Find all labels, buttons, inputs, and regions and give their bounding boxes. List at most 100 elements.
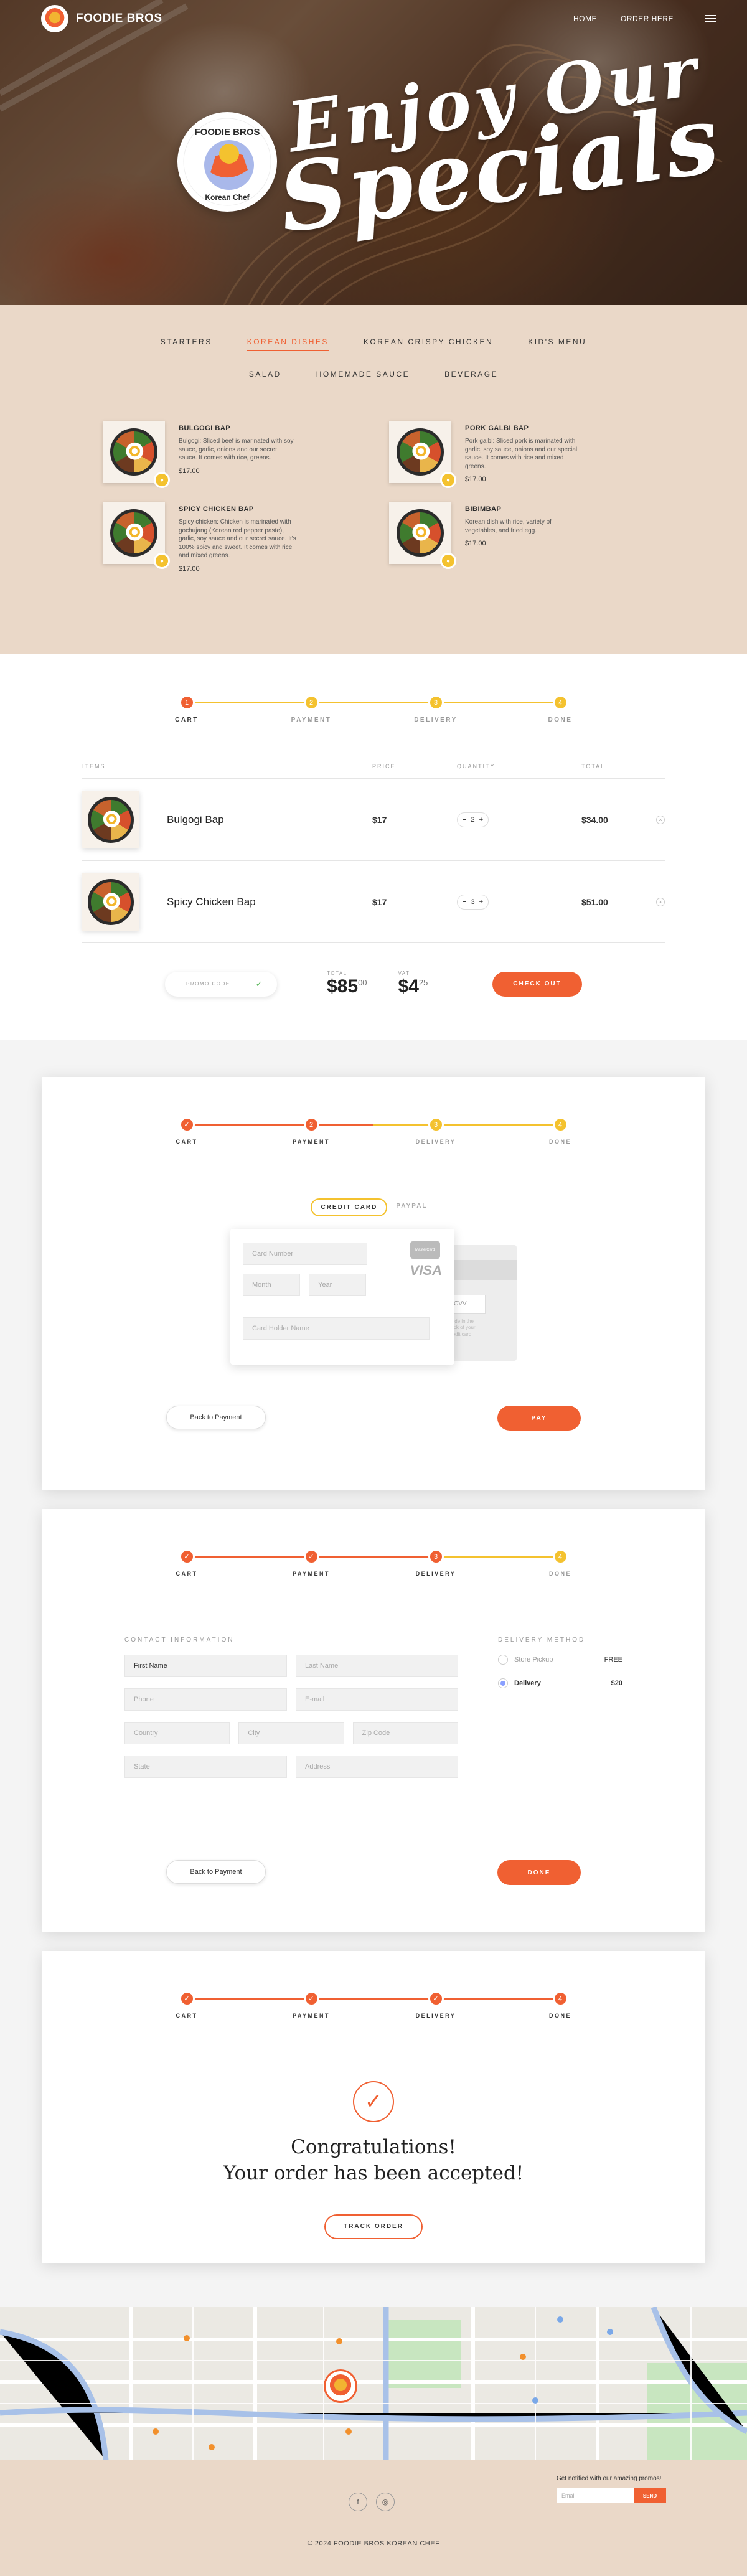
menu-dish-card: ● BIBIMBAP Korean dish with rice, variet… (389, 502, 644, 573)
store-pickup-label: Store Pickup (514, 1656, 553, 1663)
track-order-button[interactable]: TRACK ORDER (324, 2214, 423, 2239)
dish-name: SPICY CHICKEN BAP (179, 505, 254, 513)
delivery-label: Delivery (514, 1680, 541, 1687)
mastercard-icon: MasterCard (410, 1241, 440, 1259)
delivery-option[interactable]: Delivery $20 (498, 1678, 622, 1688)
hero-logo-top-text: FOODIE BROS (194, 127, 260, 138)
plus-icon[interactable]: + (479, 816, 483, 824)
contact-information-form: CONTACT INFORMATION First Name Last Name… (125, 1637, 458, 1789)
cart-item-image (82, 873, 139, 931)
tab-korean-dishes[interactable]: KOREAN DISHES (247, 337, 329, 351)
city-field[interactable]: City (238, 1722, 344, 1744)
vat-amount: VAT $425 (398, 971, 428, 997)
dish-image: ● (103, 421, 170, 488)
checkout-stepper: ✓ CART 2 PAYMENT 3 DELIVERY 4 DONE (176, 1117, 570, 1145)
hero-brand-logo: FOODIE BROS Korean Chef (177, 112, 277, 212)
radio-delivery[interactable] (498, 1678, 508, 1688)
tab-beverage[interactable]: BEVERAGE (444, 370, 498, 382)
quantity-value: 2 (471, 816, 475, 824)
quantity-stepper[interactable]: −2 + (457, 812, 489, 827)
tab-korean-crispy-chicken[interactable]: KOREAN CRISPY CHICKEN (364, 337, 493, 351)
zip-code-field[interactable]: Zip Code (352, 1722, 458, 1744)
total-value: $85 (327, 976, 359, 997)
nav-home[interactable]: HOME (573, 14, 597, 23)
back-to-payment-button[interactable]: Back to Payment (166, 1406, 266, 1429)
facebook-icon[interactable]: f (349, 2493, 367, 2511)
newsletter-send-button[interactable]: SEND (634, 2488, 666, 2503)
card-holder-field[interactable]: Card Holder Name (243, 1317, 430, 1340)
add-to-cart-icon[interactable]: ● (440, 472, 456, 488)
dish-description: Spicy chicken: Chicken is marinated with… (179, 519, 296, 559)
total-label: TOTAL (327, 971, 347, 976)
brand-logo[interactable] (41, 4, 68, 32)
dish-image: ● (103, 502, 170, 569)
tab-kids-menu[interactable]: KID'S MENU (528, 337, 586, 351)
add-to-cart-icon[interactable]: ● (154, 553, 170, 569)
dish-price: $17.00 (465, 476, 486, 483)
card-number-field[interactable]: Card Number (243, 1243, 367, 1265)
plus-icon[interactable]: + (479, 898, 483, 906)
table-row: Spicy Chicken Bap $17 −3 + $51.00 × (82, 861, 665, 943)
tab-credit-card[interactable]: CREDIT CARD (311, 1198, 388, 1216)
checkout-button[interactable]: CHECK OUT (492, 971, 582, 997)
phone-field[interactable]: Phone (125, 1688, 287, 1711)
add-to-cart-icon[interactable]: ● (440, 553, 456, 569)
header-total: TOTAL (581, 763, 606, 769)
remove-item-icon[interactable]: × (656, 815, 665, 824)
instagram-icon[interactable]: ◎ (376, 2493, 395, 2511)
done-button[interactable]: DONE (497, 1860, 581, 1885)
radio-store-pickup[interactable] (498, 1655, 508, 1665)
dish-name: BIBIMBAP (465, 505, 502, 513)
promo-code-input[interactable]: PROMO CODE ✓ (165, 971, 277, 997)
last-name-field[interactable]: Last Name (296, 1655, 458, 1677)
restaurant-location-pin-icon[interactable] (324, 2369, 357, 2403)
hamburger-menu-icon[interactable] (705, 13, 716, 24)
month-field[interactable]: Month (243, 1274, 300, 1296)
map-streets (0, 2307, 747, 2460)
brand-name[interactable]: FOODIE BROS (76, 12, 162, 26)
footer: f ◎ Get notified with our amazing promos… (0, 2460, 747, 2576)
state-field[interactable]: State (125, 1756, 287, 1778)
cart-table: ITEMS PRICE QUANTITY TOTAL Bulgogi Bap $… (82, 763, 665, 943)
vat-label: VAT (398, 971, 410, 976)
country-field[interactable]: Country (125, 1722, 230, 1744)
add-to-cart-icon[interactable]: ● (154, 472, 170, 488)
quantity-value: 3 (471, 898, 475, 906)
copyright-text: © 2024 FOODIE BROS KOREAN CHEF (307, 2540, 440, 2547)
visa-icon: VISA (410, 1262, 442, 1278)
total-amount: TOTAL $8500 (327, 971, 367, 997)
remove-item-icon[interactable]: × (656, 897, 665, 906)
vat-value: $4 (398, 976, 419, 997)
nav-order-here[interactable]: ORDER HERE (621, 14, 674, 23)
year-field[interactable]: Year (309, 1274, 366, 1296)
total-cents: 00 (358, 978, 367, 987)
cart-item-name: Bulgogi Bap (167, 813, 224, 825)
pay-button[interactable]: PAY (497, 1406, 581, 1431)
cart-item-name: Spicy Chicken Bap (167, 895, 256, 908)
minus-icon[interactable]: − (463, 898, 466, 906)
cart-summary: PROMO CODE ✓ TOTAL $8500 VAT $425 CHECK O… (165, 971, 582, 997)
minus-icon[interactable]: − (463, 816, 466, 824)
location-map[interactable] (0, 2307, 747, 2460)
email-field[interactable]: E-mail (296, 1688, 458, 1711)
tab-homemade-sauce[interactable]: HOMEMADE SAUCE (316, 370, 410, 382)
back-to-payment-button[interactable]: Back to Payment (166, 1860, 266, 1884)
address-field[interactable]: Address (296, 1756, 458, 1778)
tab-salad[interactable]: SALAD (249, 370, 281, 382)
header-items: ITEMS (82, 763, 106, 769)
newsletter-signup: Get notified with our amazing promos! Em… (557, 2475, 666, 2503)
card-front: Card Number Month Year Card Holder Name … (230, 1229, 454, 1365)
delivery-method-title: DELIVERY METHOD (498, 1637, 586, 1643)
credit-card-form: CVV Code in the back of your credit card… (230, 1229, 517, 1372)
tab-starters[interactable]: STARTERS (161, 337, 212, 351)
checkout-stepper: ✓ CART ✓ PAYMENT ✓ DELIVERY 4 DONE (176, 1991, 570, 2019)
store-pickup-option[interactable]: Store Pickup FREE (498, 1655, 622, 1665)
tab-paypal[interactable]: PAYPAL (387, 1198, 436, 1216)
menu-dish-grid: ● BULGOGI BAP Bulgogi: Sliced beef is ma… (103, 421, 644, 573)
newsletter-email-input[interactable]: Email (557, 2488, 634, 2503)
quantity-stepper[interactable]: −3 + (457, 894, 489, 910)
check-icon: ✓ (255, 979, 263, 989)
top-navbar: FOODIE BROS HOME ORDER HERE (0, 0, 747, 37)
first-name-field[interactable]: First Name (125, 1655, 287, 1677)
menu-category-tabs: STARTERS KOREAN DISHES KOREAN CRISPY CHI… (0, 337, 747, 382)
